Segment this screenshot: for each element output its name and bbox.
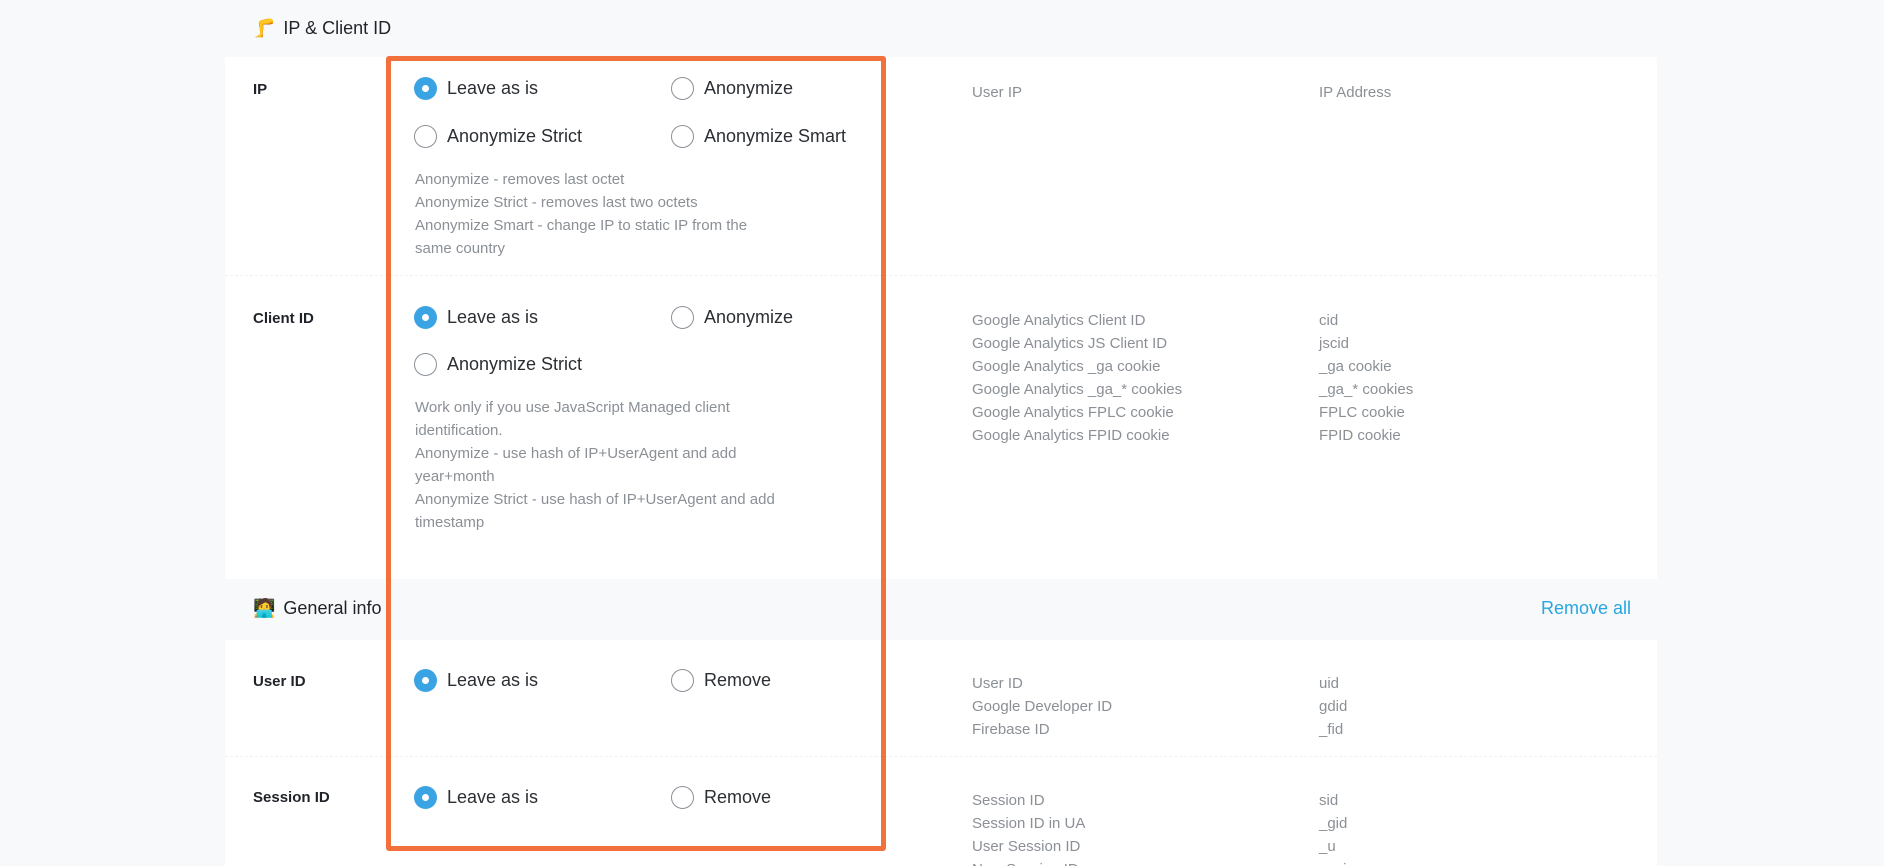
client-id-description: Work only if you use JavaScript Managed … — [415, 396, 775, 534]
description-line: Work only if you use JavaScript Managed … — [415, 399, 730, 439]
field-name: New Session ID — [972, 858, 1085, 866]
ip-client-card: IP Leave as is Anonymize Anonymize Stric… — [225, 57, 1657, 579]
description-line: Anonymize - removes last octet — [415, 171, 625, 188]
section-title-ip-client: 🦵 IP & Client ID — [253, 18, 391, 39]
radio-unchecked-icon — [671, 669, 694, 692]
option-label: Anonymize Smart — [704, 126, 847, 146]
ip-description: Anonymize - removes last octet Anonymize… — [415, 168, 775, 260]
description-line: Anonymize Strict - use hash of IP+UserAg… — [415, 491, 775, 531]
user-id-params: uid gdid _fid — [1319, 672, 1347, 741]
option-label: Anonymize Strict — [447, 354, 583, 374]
radio-unchecked-icon — [671, 786, 694, 809]
field-name: Session ID in UA — [972, 815, 1086, 832]
option-label: Leave as is — [447, 78, 539, 98]
field-name: Google Analytics _ga_* cookies — [972, 381, 1183, 398]
row-label-session-id: Session ID — [253, 789, 330, 806]
radio-checked-icon — [414, 77, 437, 100]
radio-client-leave[interactable]: Leave as is — [414, 306, 538, 329]
radio-client-anonymize[interactable]: Anonymize — [671, 306, 793, 329]
field-param: _nsi — [1319, 858, 1347, 866]
radio-ip-anonymize-strict[interactable]: Anonymize Strict — [414, 125, 582, 148]
field-param: _u — [1319, 838, 1336, 855]
section-title-text: IP & Client ID — [283, 17, 392, 38]
ip-params: IP Address — [1319, 81, 1391, 104]
section-title-text: General info — [283, 597, 382, 618]
field-name: Google Analytics FPID cookie — [972, 427, 1170, 444]
radio-unchecked-icon — [671, 306, 694, 329]
general-info-card: User ID Leave as is Remove User ID Googl… — [225, 640, 1657, 866]
option-label: Anonymize — [704, 307, 794, 327]
field-name: User ID — [972, 675, 1023, 692]
field-name: Firebase ID — [972, 721, 1050, 738]
user-id-names: User ID Google Developer ID Firebase ID — [972, 672, 1112, 741]
field-name: Google Analytics _ga cookie — [972, 358, 1161, 375]
field-param: _fid — [1319, 721, 1344, 738]
field-name: Google Analytics JS Client ID — [972, 335, 1168, 352]
description-line: Anonymize - use hash of IP+UserAgent and… — [415, 445, 737, 485]
option-label: Remove — [704, 670, 772, 690]
radio-user-remove[interactable]: Remove — [671, 669, 771, 692]
client-id-names: Google Analytics Client ID Google Analyt… — [972, 309, 1182, 447]
field-name: Google Analytics Client ID — [972, 312, 1146, 329]
radio-session-leave[interactable]: Leave as is — [414, 786, 538, 809]
radio-checked-icon — [414, 669, 437, 692]
client-id-params: cid jscid _ga cookie _ga_* cookies FPLC … — [1319, 309, 1413, 447]
field-name: Session ID — [972, 792, 1045, 809]
radio-unchecked-icon — [671, 77, 694, 100]
radio-session-remove[interactable]: Remove — [671, 786, 771, 809]
field-param: IP Address — [1319, 84, 1392, 101]
field-param: cid — [1319, 312, 1339, 329]
row-client-id: Client ID Leave as is Anonymize Anonymiz… — [225, 276, 1657, 579]
field-param: _gid — [1319, 815, 1348, 832]
technologist-icon: 🧑‍💻 — [253, 597, 276, 618]
row-label-user-id: User ID — [253, 673, 306, 690]
radio-checked-icon — [414, 786, 437, 809]
session-id-names: Session ID Session ID in UA User Session… — [972, 789, 1085, 866]
radio-ip-anonymize[interactable]: Anonymize — [671, 77, 793, 100]
radio-ip-leave[interactable]: Leave as is — [414, 77, 538, 100]
field-name: User IP — [972, 84, 1023, 101]
field-param: uid — [1319, 675, 1340, 692]
field-param: _ga cookie — [1319, 358, 1392, 375]
field-param: sid — [1319, 792, 1339, 809]
section-title-general: 🧑‍💻 General info — [253, 598, 381, 619]
ip-names: User IP — [972, 81, 1022, 104]
field-param: gdid — [1319, 698, 1348, 715]
row-ip: IP Leave as is Anonymize Anonymize Stric… — [225, 57, 1657, 276]
field-param: FPLC cookie — [1319, 404, 1405, 421]
radio-ip-anonymize-smart[interactable]: Anonymize Smart — [671, 125, 846, 148]
radio-client-anonymize-strict[interactable]: Anonymize Strict — [414, 353, 582, 376]
option-label: Leave as is — [447, 787, 539, 807]
leg-icon: 🦵 — [253, 17, 276, 38]
field-name: User Session ID — [972, 838, 1081, 855]
field-name: Google Analytics FPLC cookie — [972, 404, 1174, 421]
option-label: Anonymize Strict — [447, 126, 583, 146]
remove-all-link[interactable]: Remove all — [1541, 598, 1631, 619]
radio-unchecked-icon — [414, 125, 437, 148]
option-label: Leave as is — [447, 670, 539, 690]
description-line: Anonymize Smart - change IP to static IP… — [415, 217, 748, 257]
section-header-ip-client: 🦵 IP & Client ID — [225, 12, 1657, 44]
row-label-client-id: Client ID — [253, 310, 314, 327]
option-label: Anonymize — [704, 78, 794, 98]
row-label-ip: IP — [253, 81, 268, 98]
radio-checked-icon — [414, 306, 437, 329]
session-id-params: sid _gid _u _nsi — [1319, 789, 1347, 866]
field-name: Google Developer ID — [972, 698, 1113, 715]
field-param: jscid — [1319, 335, 1350, 352]
radio-user-leave[interactable]: Leave as is — [414, 669, 538, 692]
field-param: FPID cookie — [1319, 427, 1401, 444]
row-user-id: User ID Leave as is Remove User ID Googl… — [225, 640, 1657, 757]
option-label: Remove — [704, 787, 772, 807]
row-session-id: Session ID Leave as is Remove Session ID… — [225, 757, 1657, 866]
field-param: _ga_* cookies — [1319, 381, 1414, 398]
option-label: Leave as is — [447, 307, 539, 327]
radio-unchecked-icon — [671, 125, 694, 148]
description-line: Anonymize Strict - removes last two octe… — [415, 194, 698, 211]
section-header-general: 🧑‍💻 General info Remove all — [225, 592, 1657, 624]
radio-unchecked-icon — [414, 353, 437, 376]
